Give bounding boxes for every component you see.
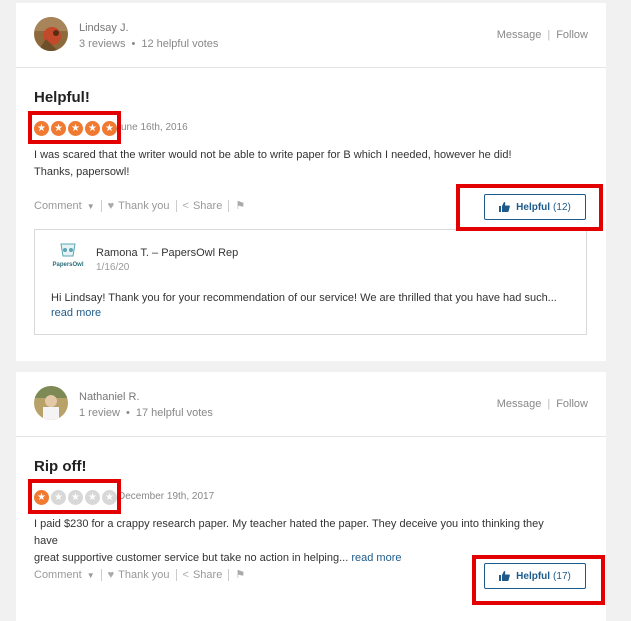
divider [175, 199, 177, 212]
review-date: December 19th, 2017 [118, 491, 215, 502]
reviewer-name[interactable]: Nathaniel R. [79, 391, 140, 403]
company-logo-text: PapersOwl [52, 262, 84, 268]
company-logo: PapersOwl [51, 242, 85, 274]
share-icon: < [182, 568, 189, 581]
message-link[interactable]: Message [497, 398, 542, 410]
read-more-link[interactable]: read more [51, 306, 576, 321]
divider: | [547, 29, 551, 41]
comment-button[interactable]: Comment ▼ [34, 200, 95, 212]
follow-link[interactable]: Follow [556, 29, 588, 41]
highlight-box [28, 111, 121, 144]
divider: | [547, 398, 551, 410]
review-actions: Comment ▼ ♥ Thank you < Share ⚑ [34, 568, 249, 581]
review-text-line-content: great supportive customer service but ta… [34, 552, 349, 564]
highlight-box [456, 184, 603, 231]
company-reply: PapersOwl Ramona T. – PapersOwl Rep 1/16… [34, 229, 587, 335]
separator-dot: • [125, 407, 130, 419]
divider [175, 568, 177, 581]
review-body: I was scared that the writer would not b… [34, 147, 554, 181]
highlight-box [28, 479, 121, 514]
share-button[interactable]: < Share [183, 200, 223, 212]
header-actions: Message | Follow [497, 29, 588, 41]
reviewer-header: Nathaniel R. 1 review • 17 helpful votes M… [16, 372, 606, 437]
separator-dot: • [131, 38, 136, 50]
review-actions: Comment ▼ ♥ Thank you < Share ⚑ [34, 199, 249, 212]
share-label: Share [192, 568, 223, 581]
divider [228, 199, 230, 212]
heart-icon: ♥ [107, 199, 115, 212]
highlight-box [472, 555, 605, 605]
flag-icon[interactable]: ⚑ [235, 199, 245, 212]
comment-label: Comment [34, 199, 82, 212]
reviewer-stats: 1 review • 17 helpful votes [79, 407, 213, 419]
chevron-down-icon: ▼ [86, 570, 95, 580]
comment-button[interactable]: Comment ▼ [34, 569, 95, 581]
thank-you-button[interactable]: ♥ Thank you [108, 569, 170, 581]
avatar[interactable] [34, 17, 68, 51]
chevron-down-icon: ▼ [86, 201, 95, 211]
follow-link[interactable]: Follow [556, 398, 588, 410]
avatar[interactable] [34, 386, 68, 420]
reviewer-header: Lindsay J. 3 reviews • 12 helpful votes Me… [16, 3, 606, 68]
comment-label: Comment [34, 568, 82, 581]
thank-you-label: Thank you [118, 568, 170, 581]
helpful-votes-count: 12 helpful votes [141, 38, 219, 50]
heart-icon: ♥ [107, 568, 115, 581]
share-button[interactable]: < Share [183, 569, 223, 581]
divider [100, 568, 102, 581]
review-date: June 16th, 2016 [116, 122, 188, 133]
share-label: Share [192, 199, 223, 212]
helpful-votes-count: 17 helpful votes [135, 407, 213, 419]
reply-author: Ramona T. – PapersOwl Rep [96, 247, 239, 259]
reply-body: Hi Lindsay! Thank you for your recommend… [51, 292, 557, 304]
divider [228, 568, 230, 581]
reply-text: Hi Lindsay! Thank you for your recommend… [51, 291, 576, 321]
reviewer-stats: 3 reviews • 12 helpful votes [79, 38, 218, 50]
flag-icon[interactable]: ⚑ [235, 568, 245, 581]
read-more-link[interactable]: read more [351, 552, 401, 564]
review-text-line: Thanks, papersowl! [34, 166, 130, 178]
review-card: Lindsay J. 3 reviews • 12 helpful votes Me… [16, 3, 606, 361]
share-icon: < [182, 199, 189, 212]
reviewer-name[interactable]: Lindsay J. [79, 22, 129, 34]
review-text-line: I paid $230 for a crappy research paper.… [34, 518, 544, 547]
reply-date: 1/16/20 [96, 262, 130, 273]
divider [100, 199, 102, 212]
thank-you-button[interactable]: ♥ Thank you [108, 200, 170, 212]
review-count: 3 reviews [79, 38, 126, 50]
message-link[interactable]: Message [497, 29, 542, 41]
thank-you-label: Thank you [118, 199, 170, 212]
review-count: 1 review [79, 407, 120, 419]
header-actions: Message | Follow [497, 398, 588, 410]
review-title: Helpful! [34, 89, 90, 106]
review-text-line: I was scared that the writer would not b… [34, 149, 512, 161]
review-title: Rip off! [34, 458, 87, 475]
